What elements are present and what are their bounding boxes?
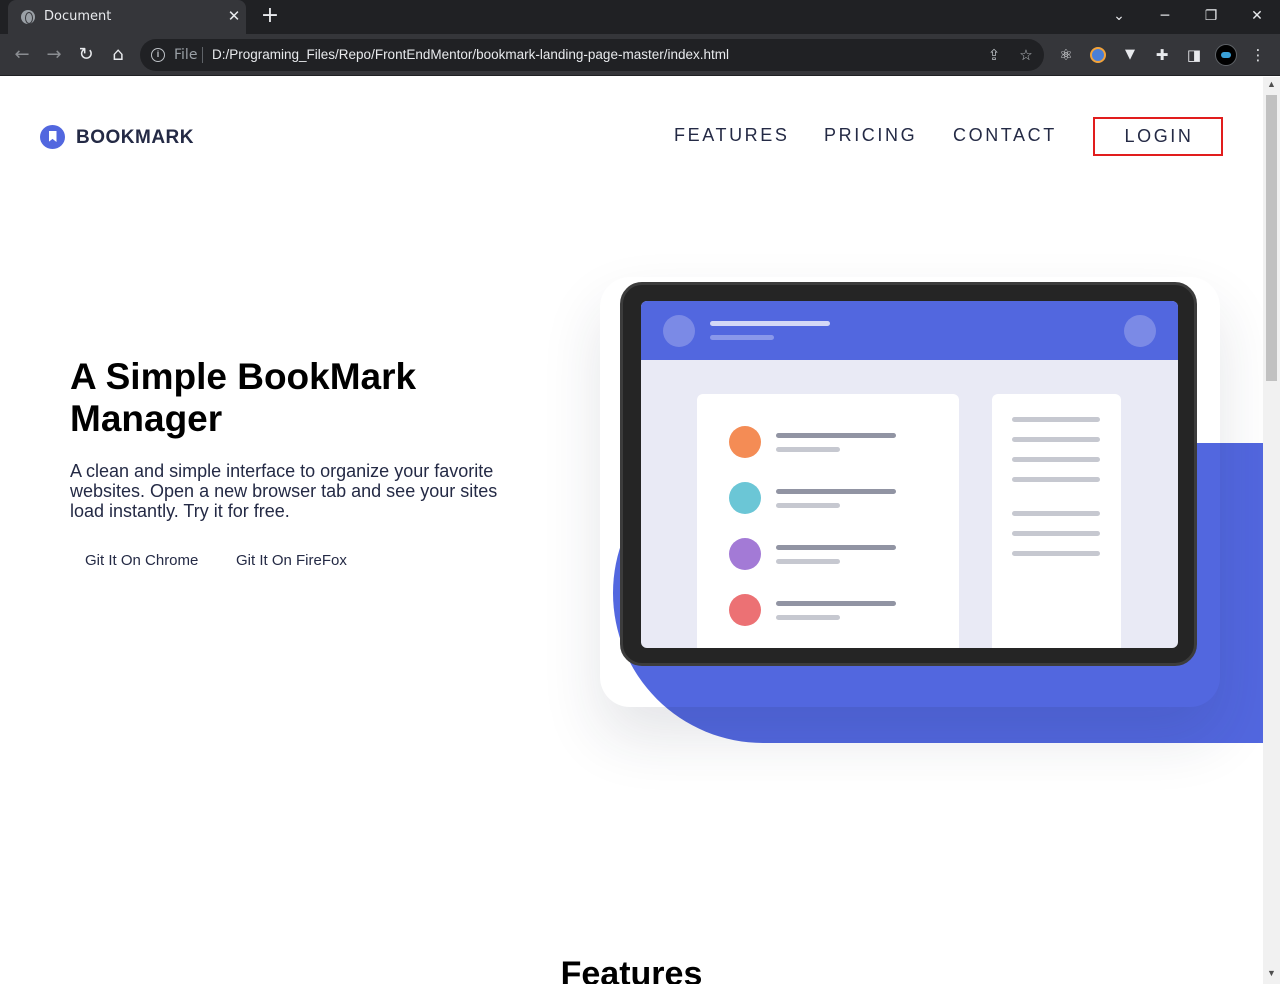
- scroll-up-arrow-icon[interactable]: ▲: [1263, 79, 1280, 93]
- new-tab-button[interactable]: +: [258, 4, 282, 28]
- profile-avatar[interactable]: [1215, 44, 1237, 66]
- screen-header: [641, 301, 1178, 360]
- nav-contact[interactable]: CONTACT: [953, 125, 1057, 146]
- bookmark-dot: [729, 538, 761, 570]
- sidebar-card: [992, 394, 1121, 648]
- side-panel-icon[interactable]: ◨: [1183, 44, 1205, 66]
- back-icon[interactable]: ←: [9, 42, 35, 68]
- home-icon[interactable]: ⌂: [105, 42, 131, 68]
- react-devtools-icon[interactable]: ⚛: [1055, 44, 1077, 66]
- bookmark-dot: [729, 482, 761, 514]
- file-label: File: [174, 47, 198, 63]
- bookmark-logo-icon: [40, 125, 65, 149]
- nav-pricing[interactable]: PRICING: [824, 125, 917, 146]
- extension-icon[interactable]: [1090, 47, 1106, 63]
- tablet-screen: [641, 301, 1178, 648]
- login-button[interactable]: LOGIN: [1093, 117, 1223, 156]
- screen-menu-dot: [1124, 315, 1156, 347]
- tab-bar: Document ✕ + ⌄ ─ ❐ ✕: [0, 0, 1280, 34]
- bookmark-dot: [729, 594, 761, 626]
- close-window-button[interactable]: ✕: [1245, 5, 1269, 27]
- browser-toolbar: ← → ↻ ⌂ i File D:/Programing_Files/Repo/…: [0, 34, 1280, 76]
- page-scrollbar[interactable]: ▲ ▼: [1263, 77, 1280, 984]
- star-icon[interactable]: ☆: [1016, 45, 1036, 65]
- screen-line: [710, 335, 774, 340]
- reload-icon[interactable]: ↻: [73, 42, 99, 68]
- tab-search-icon[interactable]: ⌄: [1107, 5, 1131, 27]
- info-icon[interactable]: i: [151, 48, 165, 62]
- menu-kebab-icon[interactable]: ⋮: [1247, 44, 1269, 66]
- divider: [202, 47, 203, 63]
- screen-avatar: [663, 315, 695, 347]
- nav-features[interactable]: FEATURES: [674, 125, 789, 146]
- minimize-button[interactable]: ─: [1153, 5, 1177, 27]
- features-heading: Features: [560, 955, 703, 984]
- screen-line: [710, 321, 830, 326]
- bookmark-card: [697, 394, 959, 648]
- tab-title: Document: [44, 9, 112, 24]
- forward-icon[interactable]: →: [41, 42, 67, 68]
- scroll-down-arrow-icon[interactable]: ▼: [1263, 968, 1280, 982]
- firefox-button[interactable]: Git It On FireFox: [236, 552, 347, 569]
- page-viewport: BOOKMARK FEATURES PRICING CONTACT LOGIN …: [0, 77, 1263, 984]
- globe-icon: [21, 10, 35, 24]
- logo-text: BOOKMARK: [76, 127, 194, 148]
- address-bar[interactable]: i File D:/Programing_Files/Repo/FrontEnd…: [140, 39, 1044, 71]
- tab-close-button[interactable]: ✕: [224, 6, 244, 26]
- vue-devtools-icon[interactable]: ▼: [1119, 44, 1141, 66]
- chrome-button[interactable]: Git It On Chrome: [85, 552, 198, 569]
- share-icon[interactable]: ⇪: [984, 45, 1004, 65]
- hero-title: A Simple BookMark Manager: [70, 356, 417, 439]
- bookmark-dot: [729, 426, 761, 458]
- hero-description: A clean and simple interface to organize…: [70, 461, 498, 521]
- tablet-illustration: [620, 282, 1197, 666]
- restore-button[interactable]: ❐: [1199, 5, 1223, 27]
- extensions-puzzle-icon[interactable]: ✚: [1151, 44, 1173, 66]
- browser-tab[interactable]: Document ✕: [8, 0, 246, 34]
- scroll-thumb[interactable]: [1266, 95, 1277, 381]
- url-text[interactable]: D:/Programing_Files/Repo/FrontEndMentor/…: [212, 47, 729, 62]
